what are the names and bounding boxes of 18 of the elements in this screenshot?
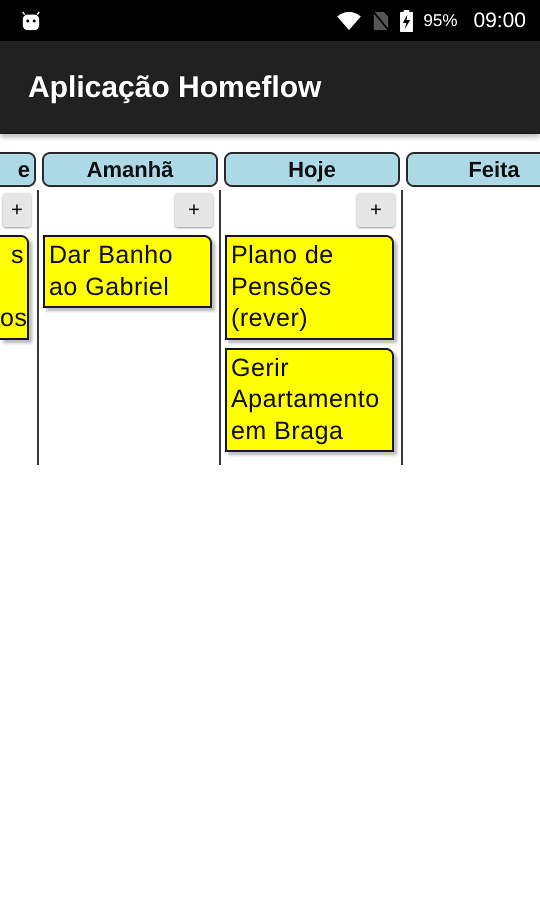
battery-percent: 95% — [423, 10, 458, 30]
battery-charging-icon — [400, 10, 414, 32]
add-card-button[interactable]: + — [3, 193, 31, 227]
add-card-button[interactable]: + — [175, 193, 213, 227]
task-card[interactable]: s os — [0, 235, 29, 340]
task-card[interactable]: Plano de Pensões (rever) — [225, 235, 394, 340]
column-header: Hoje — [224, 152, 400, 187]
app-title: Aplicação Homeflow — [28, 70, 322, 104]
android-icon — [20, 10, 42, 30]
wifi-icon — [336, 10, 362, 30]
column-header: Amanhã — [42, 152, 218, 187]
column-header: e — [0, 152, 36, 187]
no-sim-icon — [372, 10, 390, 32]
column-header: Feita — [406, 152, 540, 187]
task-card[interactable]: Gerir Apartamento em Braga — [225, 348, 394, 452]
clock-time: 09:00 — [473, 8, 526, 32]
add-card-button[interactable]: + — [357, 193, 395, 227]
task-card[interactable]: Dar Banho ao Gabriel — [43, 235, 212, 308]
